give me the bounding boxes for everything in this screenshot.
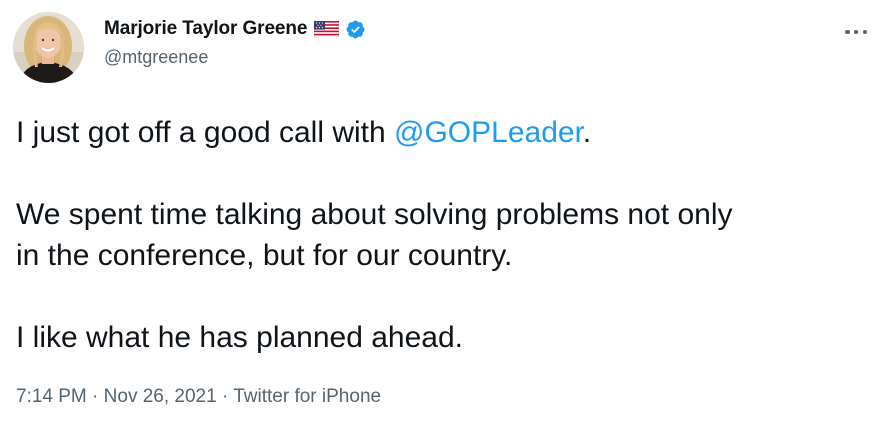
tweet-line-1-suffix: . bbox=[582, 116, 592, 149]
meta-separator: · bbox=[86, 386, 104, 407]
more-dot bbox=[845, 29, 850, 35]
more-options-icon[interactable] bbox=[845, 22, 867, 42]
tweet-time[interactable]: 7:14 PM bbox=[16, 386, 87, 407]
tweet-source[interactable]: Twitter for iPhone bbox=[233, 386, 381, 407]
verified-badge-icon bbox=[345, 19, 366, 40]
tweet-paragraph-2-line-2: in the conference, but for our country. bbox=[16, 239, 513, 272]
avatar[interactable] bbox=[13, 12, 84, 83]
us-flag-icon bbox=[314, 20, 340, 38]
tweet-paragraph-3: I like what he has planned ahead. bbox=[16, 321, 463, 354]
author-block: Marjorie Taylor Greene @mtgreenee bbox=[104, 17, 366, 68]
handle[interactable]: @mtgreenee bbox=[104, 47, 366, 68]
meta-separator: · bbox=[216, 386, 234, 407]
tweet-line-1: I just got off a good call with @GOPLead… bbox=[16, 112, 876, 153]
tweet-text: I just got off a good call with @GOPLead… bbox=[16, 112, 876, 358]
more-dot bbox=[862, 29, 867, 35]
tweet-line-1-prefix: I just got off a good call with bbox=[16, 116, 395, 149]
tweet-card: Marjorie Taylor Greene @mtgreenee I just… bbox=[0, 0, 889, 423]
more-dot bbox=[853, 29, 859, 35]
tweet-meta: 7:14 PM · Nov 26, 2021 · Twitter for iPh… bbox=[16, 386, 381, 408]
name-row: Marjorie Taylor Greene bbox=[104, 17, 366, 41]
tweet-date[interactable]: Nov 26, 2021 bbox=[104, 386, 217, 407]
display-name[interactable]: Marjorie Taylor Greene bbox=[104, 18, 307, 40]
mention-link[interactable]: @GOPLeader bbox=[394, 116, 583, 149]
tweet-paragraph-2-line-1: We spent time talking about solving prob… bbox=[16, 198, 733, 231]
